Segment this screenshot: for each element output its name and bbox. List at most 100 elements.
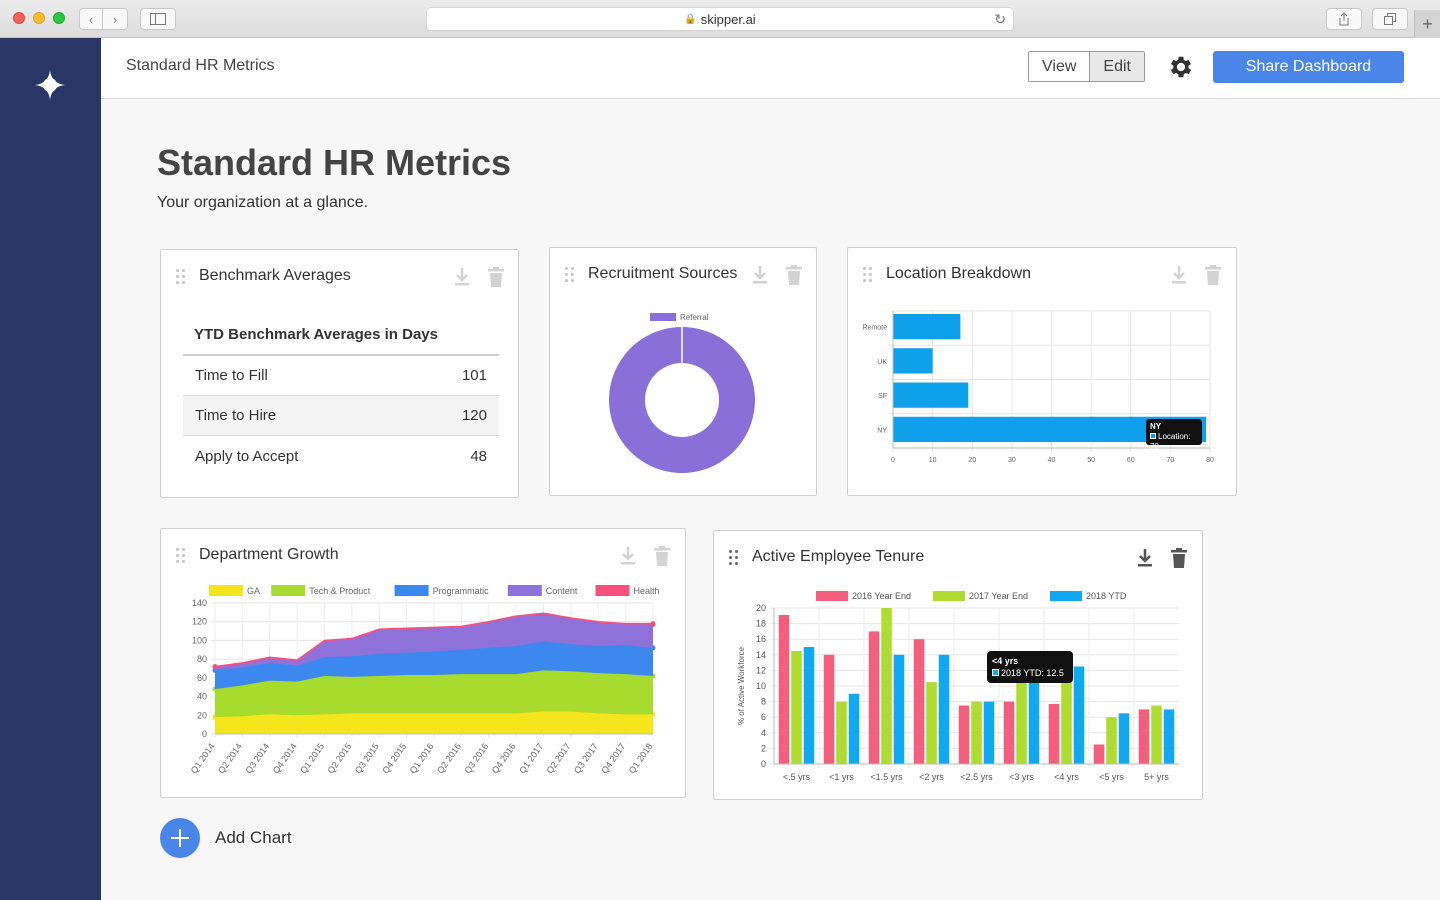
legend-label: Content <box>546 586 578 596</box>
download-icon[interactable] <box>751 265 769 285</box>
x-tick-label: <2 yrs <box>919 772 944 782</box>
y-tick-label: NY <box>877 427 887 434</box>
x-tick-label: Q3 2016 <box>462 741 490 775</box>
y-tick-label: 8 <box>761 697 766 707</box>
data-point <box>650 621 656 627</box>
trash-icon[interactable] <box>487 267 505 287</box>
view-mode-button[interactable]: View <box>1029 52 1090 81</box>
bar <box>1118 713 1130 764</box>
reload-icon[interactable]: ↻ <box>994 11 1006 28</box>
bar <box>1061 674 1072 764</box>
x-tick-label: <3 yrs <box>1009 772 1034 782</box>
y-tick-label: 40 <box>197 692 207 702</box>
drag-handle-icon[interactable] <box>565 267 575 283</box>
bar <box>1048 703 1060 764</box>
download-icon[interactable] <box>453 267 471 287</box>
card-title: Active Employee Tenure <box>752 548 925 565</box>
bar <box>893 314 961 340</box>
bar <box>893 382 969 408</box>
window-close-button[interactable] <box>13 12 25 24</box>
chart-tooltip: NY Location: 79 <box>1146 419 1202 451</box>
card-title: Location Breakdown <box>886 265 1031 282</box>
y-tick-label: 6 <box>761 712 766 722</box>
window-maximize-button[interactable] <box>53 12 65 24</box>
bar <box>881 608 892 764</box>
x-tick-label: <5 yrs <box>1099 772 1124 782</box>
bar <box>778 615 790 764</box>
y-tick-label: 16 <box>756 634 766 644</box>
x-tick-label: Q2 2014 <box>216 741 244 775</box>
download-icon[interactable] <box>1170 265 1188 285</box>
trash-icon[interactable] <box>785 265 803 285</box>
y-tick-label: 20 <box>197 710 207 720</box>
legend-label: Health <box>634 586 660 596</box>
forward-button[interactable]: › <box>103 8 128 30</box>
chart-tooltip: <4 yrs 2018 YTD: 12.5 <box>987 651 1073 683</box>
window-minimize-button[interactable] <box>33 12 45 24</box>
tenure-bar-chart: 2016 Year End 2017 Year End 2018 YTD 0 2 4 6 8 1… <box>737 591 1179 782</box>
drag-handle-icon[interactable] <box>863 267 873 283</box>
share-dashboard-button[interactable]: Share Dashboard <box>1213 51 1404 83</box>
y-tick-label: SF <box>878 393 887 400</box>
settings-gear-icon[interactable] <box>1167 53 1195 81</box>
bar <box>823 654 835 764</box>
y-tick-label: 60 <box>197 673 207 683</box>
tooltip-title: <4 yrs <box>992 656 1019 666</box>
row-value: 101 <box>461 367 487 384</box>
drag-handle-icon[interactable] <box>729 550 739 566</box>
address-bar[interactable]: 🔒 skipper.ai ↻ <box>426 7 1014 31</box>
back-button[interactable]: ‹ <box>79 8 103 30</box>
app-header: Standard HR Metrics View Edit Share Dash… <box>101 38 1440 99</box>
bar <box>893 348 933 374</box>
trash-icon[interactable] <box>653 546 671 566</box>
chevron-right-icon: › <box>112 11 118 27</box>
share-page-button[interactable] <box>1326 8 1362 30</box>
tooltip-value: 2018 YTD: 12.5 <box>1001 668 1064 678</box>
x-tick-label: Q2 2015 <box>326 741 354 775</box>
drag-handle-icon[interactable] <box>176 269 186 285</box>
bar <box>1151 705 1162 764</box>
drag-handle-icon[interactable] <box>176 548 186 564</box>
benchmark-averages-card: Benchmark Averages YTD Benchmark Average… <box>160 249 519 498</box>
sidebar-icon <box>150 13 166 25</box>
edit-mode-button[interactable]: Edit <box>1089 52 1144 81</box>
table-row: Time to Fill 101 <box>183 356 499 396</box>
benchmark-table-title: YTD Benchmark Averages in Days <box>194 326 438 343</box>
tabs-overview-button[interactable] <box>1372 8 1408 30</box>
page-title: Standard HR Metrics <box>157 142 512 183</box>
x-tick-label: 40 <box>1048 457 1056 464</box>
add-chart-label[interactable]: Add Chart <box>215 828 292 848</box>
x-tick-label: 60 <box>1127 457 1135 464</box>
legend-label: Referral <box>680 313 709 322</box>
recruitment-donut-chart: Referral <box>608 313 755 473</box>
location-bar-chart: 0 10 20 30 40 50 60 70 80 Remote UK SF NY <box>862 310 1214 464</box>
new-tab-button[interactable]: + <box>1414 10 1440 38</box>
y-tick-label: 120 <box>192 617 207 627</box>
bar <box>958 705 970 764</box>
row-label: Time to Hire <box>195 407 277 424</box>
plus-icon <box>171 829 189 847</box>
tooltip-swatch <box>992 669 999 676</box>
sidebar-toggle-button[interactable] <box>140 8 176 30</box>
x-tick-label: 0 <box>891 457 895 464</box>
legend-swatch <box>595 585 630 596</box>
x-tick-label: 10 <box>929 457 937 464</box>
recruitment-sources-card: Recruitment Sources Referral <box>549 247 817 496</box>
download-icon[interactable] <box>1136 548 1154 568</box>
legend-label: Programmatic <box>433 586 490 596</box>
add-chart-button[interactable] <box>160 818 200 858</box>
legend-label: Tech & Product <box>309 586 371 596</box>
x-tick-label: Q4 2014 <box>271 741 299 775</box>
trash-icon[interactable] <box>1170 548 1188 568</box>
trash-icon[interactable] <box>1204 265 1222 285</box>
download-icon[interactable] <box>619 546 637 566</box>
x-tick-label: 5+ yrs <box>1144 772 1169 782</box>
y-tick-label: UK <box>877 359 887 366</box>
legend-swatch <box>816 591 848 601</box>
x-tick-label: 70 <box>1166 457 1174 464</box>
x-tick-label: 20 <box>968 457 976 464</box>
y-tick-label: Remote <box>862 325 887 332</box>
x-tick-label: 50 <box>1087 457 1095 464</box>
app-logo-icon[interactable] <box>34 69 66 101</box>
x-tick-label: Q1 2016 <box>408 741 436 775</box>
